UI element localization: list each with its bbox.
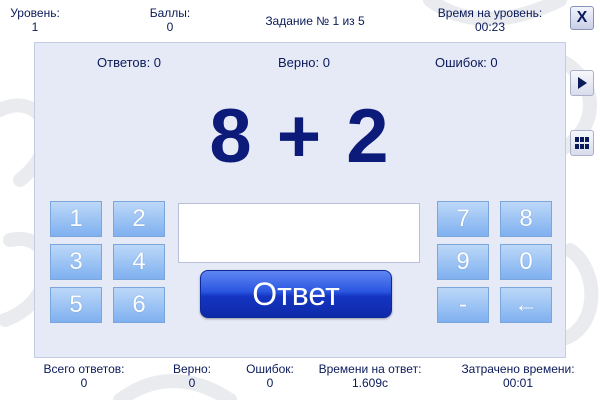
footer-correct-value: 0 xyxy=(188,376,196,390)
key-2[interactable]: 2 xyxy=(113,201,165,237)
key-5[interactable]: 5 xyxy=(50,287,102,323)
footer-errors-label: Ошибок: xyxy=(246,362,294,376)
key-8[interactable]: 8 xyxy=(500,201,552,237)
footer-errors-value: 0 xyxy=(266,376,274,390)
task-stat: Задание № 1 из 5 xyxy=(235,14,395,28)
level-time-stat: Время на уровень: 00:23 xyxy=(420,6,560,34)
total-answers-label: Всего ответов: xyxy=(43,362,125,376)
close-icon: X xyxy=(576,9,588,26)
bottom-stats-bar: Всего ответов: 0 Верно: 0 Ошибок: 0 Врем… xyxy=(0,362,600,394)
correct-counter: Верно: 0 xyxy=(278,55,330,70)
key-1[interactable]: 1 xyxy=(50,201,102,237)
level-value: 1 xyxy=(31,20,39,34)
key-3[interactable]: 3 xyxy=(50,244,102,280)
top-stats-bar: Уровень: 1 Баллы: 0 Задание № 1 из 5 Вре… xyxy=(0,6,560,40)
footer-correct-stat: Верно: 0 xyxy=(162,362,222,390)
next-button[interactable] xyxy=(570,70,594,96)
math-expression: 8 + 2 xyxy=(209,94,391,179)
points-stat: Баллы: 0 xyxy=(140,6,200,34)
total-answers-stat: Всего ответов: 0 xyxy=(34,362,134,390)
game-panel: Ответов: 0 Верно: 0 Ошибок: 0 8 + 2 1 2 … xyxy=(34,42,566,358)
time-spent-value: 00:01 xyxy=(502,376,534,390)
task-title: Задание № 1 из 5 xyxy=(265,14,365,28)
answer-time-stat: Времени на ответ: 1.609с xyxy=(305,362,435,390)
level-time-label: Время на уровень: xyxy=(437,6,543,20)
key-minus[interactable]: - xyxy=(437,287,489,323)
close-button[interactable]: X xyxy=(570,6,594,30)
answer-field[interactable] xyxy=(178,203,420,263)
total-answers-value: 0 xyxy=(80,376,88,390)
footer-correct-label: Верно: xyxy=(173,362,211,376)
errors-counter: Ошибок: 0 xyxy=(435,55,498,70)
key-backspace[interactable]: ← xyxy=(500,287,552,323)
grid-button[interactable] xyxy=(570,130,594,156)
submit-answer-button[interactable]: Ответ xyxy=(200,270,392,318)
level-stat: Уровень: 1 xyxy=(10,6,60,34)
key-9[interactable]: 9 xyxy=(437,244,489,280)
level-label: Уровень: xyxy=(10,6,60,20)
play-triangle-icon xyxy=(578,77,587,89)
grid-icon xyxy=(575,137,589,149)
footer-errors-stat: Ошибок: 0 xyxy=(240,362,300,390)
points-label: Баллы: xyxy=(149,6,191,20)
key-4[interactable]: 4 xyxy=(113,244,165,280)
answer-time-label: Времени на ответ: xyxy=(318,362,422,376)
time-spent-label: Затрачено времени: xyxy=(461,362,575,376)
key-7[interactable]: 7 xyxy=(437,201,489,237)
answer-time-value: 1.609с xyxy=(351,376,389,390)
key-6[interactable]: 6 xyxy=(113,287,165,323)
answers-counter: Ответов: 0 xyxy=(97,55,162,70)
time-spent-stat: Затрачено времени: 00:01 xyxy=(448,362,588,390)
key-0[interactable]: 0 xyxy=(500,244,552,280)
level-time-value: 00:23 xyxy=(474,20,506,34)
points-value: 0 xyxy=(166,20,174,34)
